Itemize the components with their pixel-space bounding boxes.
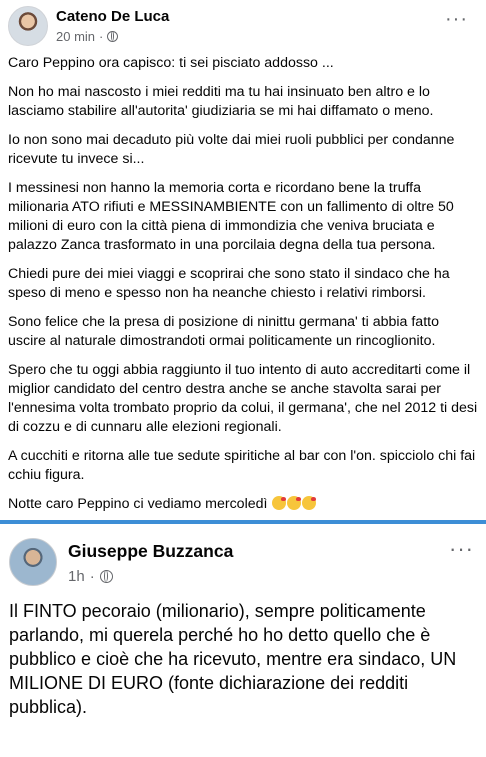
paragraph: Notte caro Peppino ci vediamo mercoledì: [8, 496, 268, 512]
avatar[interactable]: [8, 6, 48, 46]
globe-icon: [107, 31, 119, 42]
post-time[interactable]: 20 min: [56, 29, 95, 44]
post-buzzanca: Giuseppe Buzzanca 1h · ··· Il FINTO peco…: [0, 524, 486, 757]
paragraph: Caro Peppino ora capisco: ti sei pisciat…: [8, 55, 334, 71]
paragraph: Sono felice che la presa di posizione di…: [8, 314, 439, 349]
globe-icon: [99, 570, 113, 583]
paragraph: A cucchiti e ritorna alle tue sedute spi…: [8, 448, 476, 483]
post-cateno: Cateno De Luca 20 min · ··· Caro Peppino…: [0, 0, 486, 520]
paragraph: Il FINTO pecoraio (milionario), sempre p…: [9, 601, 457, 717]
avatar[interactable]: [9, 538, 57, 586]
paragraph: I messinesi non hanno la memoria corta e…: [8, 180, 454, 253]
post-header: Cateno De Luca 20 min · ···: [8, 6, 478, 50]
author-name[interactable]: Cateno De Luca: [56, 8, 169, 25]
more-options-icon[interactable]: ···: [445, 9, 468, 29]
closing-line: Notte caro Peppino ci vediamo mercoledì: [8, 495, 478, 514]
more-options-icon[interactable]: ···: [449, 538, 474, 560]
paragraph: Chiedi pure dei miei viaggi e scoprirai …: [8, 266, 450, 301]
post-time[interactable]: 1h: [68, 568, 85, 585]
post-body: Il FINTO pecoraio (milionario), sempre p…: [9, 599, 479, 729]
paragraph: Non ho mai nascosto i miei redditi ma tu…: [8, 84, 434, 119]
post-meta: 1h ·: [68, 568, 113, 585]
post-meta: 20 min ·: [56, 29, 119, 44]
author-name[interactable]: Giuseppe Buzzanca: [68, 541, 233, 562]
kissing-heart-emoji: [272, 496, 287, 510]
paragraph: Io non sono mai decaduto più volte dai m…: [8, 132, 455, 167]
kissing-heart-emoji: [302, 496, 317, 510]
paragraph: Spero che tu oggi abbia raggiunto il tuo…: [8, 362, 478, 435]
post-body: Caro Peppino ora capisco: ti sei pisciat…: [8, 54, 478, 524]
kissing-heart-emoji: [287, 496, 302, 510]
